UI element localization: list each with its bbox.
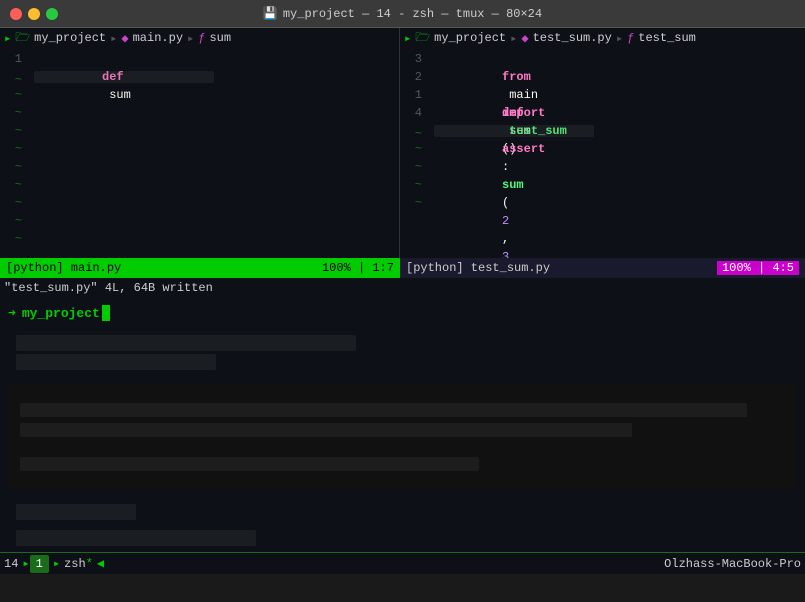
tilde-10: ~ [0, 212, 399, 230]
tilde-9: ~ [0, 194, 399, 212]
terminal-blur-3 [16, 504, 136, 520]
left-project: my_project [34, 31, 106, 45]
sum-call: sum [502, 178, 524, 192]
prompt-dir: my_project [22, 306, 100, 321]
left-sep2: ▸ [187, 31, 194, 46]
tilde-6: ~ [0, 140, 399, 158]
tmux-index: 14 [4, 557, 18, 571]
terminal-blur-1 [16, 335, 356, 351]
left-filename: main.py [133, 31, 183, 45]
assert-space [502, 160, 509, 174]
window-controls[interactable] [10, 8, 58, 20]
right-pane-header: ▸ 🗁 my_project ▸ ◆ test_sum.py ▸ ƒ test_… [400, 28, 805, 48]
tmux-tab-num: 1 [36, 557, 43, 571]
disk-icon: 💾 [263, 6, 278, 21]
left-sep1: ▸ [110, 31, 117, 46]
tilde-5: ~ [0, 122, 399, 140]
left-pane[interactable]: ▸ 🗁 my_project ▸ ◆ main.py ▸ ƒ sum 1 def… [0, 28, 400, 258]
left-pane-header: ▸ 🗁 my_project ▸ ◆ main.py ▸ ƒ sum [0, 28, 399, 48]
tmux-star: * [86, 557, 93, 571]
terminal-blurred-content [0, 328, 805, 377]
titlebar: 💾 my_project — 14 - zsh — tmux — 80×24 [0, 0, 805, 28]
right-fn-name: test_sum [638, 31, 696, 45]
right-linenum-2: 2 [400, 68, 430, 86]
arg-2: 2 [502, 214, 509, 228]
code-line-1: 1 def sum [0, 50, 399, 68]
close-button[interactable] [10, 8, 22, 20]
written-line-row: "test_sum.py" 4L, 64B written [0, 278, 805, 298]
right-sep1: ▸ [510, 31, 517, 46]
kw-assert: assert [502, 142, 545, 156]
output-line-1 [20, 403, 747, 417]
right-line-3: 3 from main import sum [400, 50, 805, 68]
tmux-bar: 14 ▸ 1 ▸ zsh * ◀ Olzhass-MacBook-Pro [0, 552, 805, 574]
spacer-2 [8, 523, 797, 527]
left-statusbar: [python] main.py 100% | 1:7 [0, 258, 400, 278]
right-pane[interactable]: ▸ 🗁 my_project ▸ ◆ test_sum.py ▸ ƒ test_… [400, 28, 805, 258]
right-linenum-4: 4 [400, 104, 430, 122]
tmux-arrow-2: ▸ [53, 556, 60, 571]
titlebar-title: 💾 my_project — 14 - zsh — tmux — 80×24 [263, 6, 542, 21]
statusbars: [python] main.py 100% | 1:7 [python] tes… [0, 258, 805, 278]
right-statusbar-pos: 100% | 4:5 [717, 261, 799, 275]
prompt-arrow: ➜ [8, 306, 16, 321]
maximize-button[interactable] [46, 8, 58, 20]
blurred-r1 [434, 125, 594, 137]
tmux-shell: zsh [64, 557, 86, 571]
minimize-button[interactable] [28, 8, 40, 20]
kw-from: from [502, 70, 531, 84]
right-filename: test_sum.py [533, 31, 612, 45]
left-statusbar-mode: [python] main.py [6, 261, 121, 275]
left-statusbar-pos: 100% | 1:7 [322, 261, 394, 275]
tmux-triangle: ◀ [97, 556, 104, 571]
terminal-prompt: ➜ my_project [0, 298, 805, 328]
tmux-tab-1[interactable]: 1 [30, 555, 49, 573]
left-file-icon: ◆ [121, 31, 128, 46]
output-line-2 [20, 423, 632, 437]
left-folder-icon: 🗁 [15, 28, 30, 49]
terminal-more-content [0, 497, 805, 552]
terminal-area[interactable]: ➜ my_project [0, 298, 805, 552]
left-fn-name: sum [209, 31, 231, 45]
left-breadcrumb-icon: ▸ [4, 31, 11, 46]
right-breadcrumb-icon: ▸ [404, 31, 411, 46]
right-linenum-3: 3 [400, 50, 430, 68]
output-line-3 [20, 457, 479, 471]
right-fn-icon: ƒ [627, 31, 634, 45]
editor-area: ▸ 🗁 my_project ▸ ◆ main.py ▸ ƒ sum 1 def… [0, 28, 805, 258]
right-file-icon: ◆ [521, 31, 528, 46]
call-paren: ( [502, 196, 509, 210]
titlebar-text: my_project — 14 - zsh — tmux — 80×24 [283, 7, 542, 21]
terminal-blur-4 [16, 530, 256, 546]
left-code: 1 def sum ~ ~ ~ ~ ~ [0, 48, 399, 250]
right-linenum-1: 1 [400, 86, 430, 104]
comma: , [502, 232, 516, 246]
tilde-11: ~ [0, 230, 399, 248]
terminal-cursor [102, 305, 110, 321]
fn-sum: sum [102, 88, 131, 102]
output-spacer [20, 443, 785, 451]
right-line-4: 4 assert sum ( 2 , 3 ) == 5 [400, 104, 805, 122]
right-folder-icon: 🗁 [415, 28, 430, 49]
right-code: 3 from main import sum 2 1 def test_sum … [400, 48, 805, 214]
right-line-1: 1 def test_sum () : [400, 86, 805, 104]
tilde-8: ~ [0, 176, 399, 194]
tilde-7: ~ [0, 158, 399, 176]
tmux-arrow-icon: ▸ [22, 556, 29, 571]
terminal-output-block [8, 385, 797, 489]
right-sep2: ▸ [616, 31, 623, 46]
left-fn-icon: ƒ [198, 31, 205, 45]
tmux-hostname: Olzhass-MacBook-Pro [664, 557, 801, 571]
right-statusbar: [python] test_sum.py 100% | 4:5 [400, 258, 805, 278]
line-code-1: def sum [30, 50, 131, 122]
terminal-blur-2 [16, 354, 216, 370]
right-project: my_project [434, 31, 506, 45]
arg-3: 3 [502, 250, 509, 258]
written-text: "test_sum.py" 4L, 64B written [4, 281, 213, 295]
line-num-1: 1 [0, 50, 30, 68]
right-statusbar-mode: [python] test_sum.py [406, 261, 550, 275]
blurred-1 [34, 71, 214, 83]
